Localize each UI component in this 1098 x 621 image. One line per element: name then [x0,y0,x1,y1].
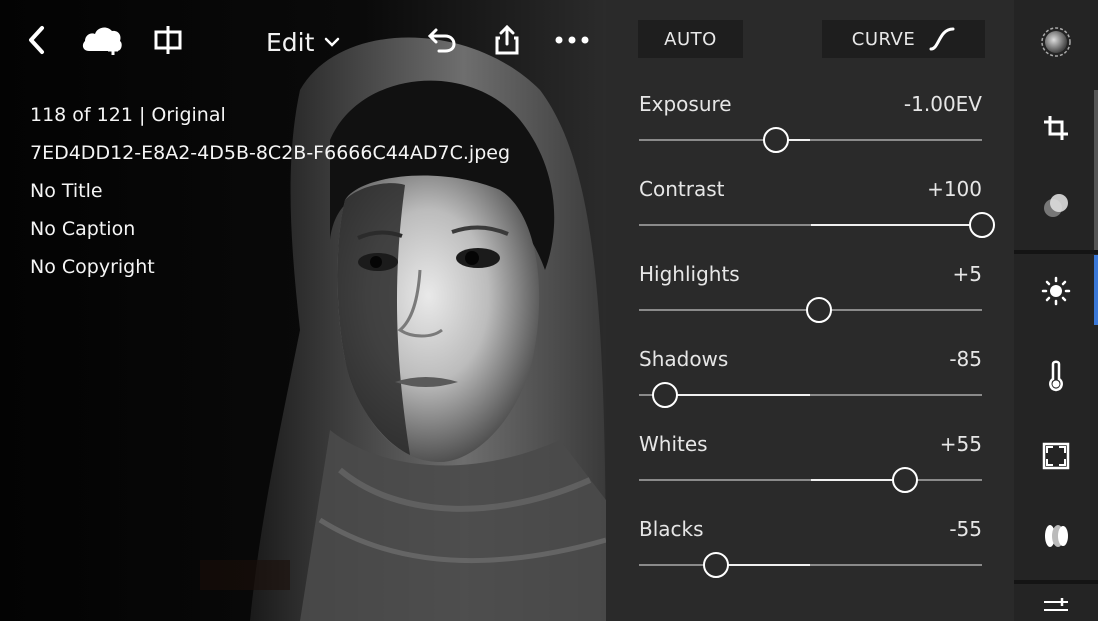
active-tool-indicator [1094,255,1098,325]
auto-button[interactable]: AUTO [638,20,743,58]
slider-label: Exposure [639,92,732,116]
photo-filename: 7ED4DD12-E8A2-4D5B-8C2B-F6666C44AD7C.jpe… [30,142,511,164]
curve-label: CURVE [851,28,916,50]
photo-count: 118 of 121 | Original [30,104,226,126]
photo-caption: No Caption [30,218,136,240]
photo-viewer[interactable]: Edit 118 of 121 | Original 7ED4DD12-E8A2… [0,0,606,621]
slider-track[interactable] [639,564,982,566]
slider-value: +5 [952,262,982,286]
photo-image [0,0,606,621]
photo-title: No Title [30,180,103,202]
photo-copyright: No Copyright [30,256,155,278]
curve-button[interactable]: CURVE [822,20,985,58]
light-panel: AUTO CURVE Exposure -1.00EV Contrast +100 Hi… [606,0,1014,621]
slider-blacks[interactable]: Blacks -55 [639,517,982,595]
more-button[interactable] [552,18,592,62]
effects-vignette-icon [1042,442,1070,470]
undo-button[interactable] [425,18,459,62]
slider-thumb[interactable] [891,467,918,493]
slider-exposure[interactable]: Exposure -1.00EV [639,92,982,170]
slider-thumb[interactable] [806,297,833,323]
slider-label: Whites [639,432,708,456]
profile-icon [1044,194,1068,217]
back-button[interactable] [22,18,52,62]
cloud-add-icon [82,27,122,55]
undo-icon [427,28,456,53]
curve-icon [929,27,955,51]
compare-button[interactable] [150,18,186,62]
photo-info-overlay: 118 of 121 | Original 7ED4DD12-E8A2-4D5B… [30,104,550,294]
effects-tool-button[interactable] [1040,440,1072,472]
profile-tool-button[interactable] [1040,190,1072,222]
split-compare-icon [154,26,182,54]
slider-thumb[interactable] [651,382,678,408]
cloud-add-button[interactable] [80,18,128,62]
slider-label: Blacks [639,517,704,541]
slider-fill [716,564,811,566]
share-button[interactable] [490,18,524,62]
presets-circle-icon [1041,27,1071,57]
top-toolbar: Edit [0,0,606,80]
slider-shadows[interactable]: Shadows -85 [639,347,982,425]
slider-label: Contrast [639,177,725,201]
slider-value: +100 [927,177,982,201]
slider-fill [810,224,982,226]
slider-thumb[interactable] [969,212,995,238]
optics-icon [1045,525,1068,547]
rail-divider [1014,580,1098,584]
chevron-down-icon [325,37,340,47]
color-tool-button[interactable] [1040,360,1072,392]
tool-rail [1014,0,1098,621]
color-temperature-icon [1049,360,1063,392]
slider-value: -1.00EV [903,92,982,116]
slider-track[interactable] [639,139,982,141]
app-window: Edit 118 of 121 | Original 7ED4DD12-E8A2… [0,0,1098,621]
adjust-sliders-icon [1044,598,1068,611]
slider-highlights[interactable]: Highlights +5 [639,262,982,340]
more-dots-icon [555,36,589,44]
slider-value: -55 [949,517,982,541]
light-tool-button[interactable] [1040,275,1072,307]
presets-tool-button[interactable] [1040,26,1072,58]
crop-icon [1044,116,1068,140]
edit-label: Edit [266,27,315,57]
slider-fill [664,394,811,396]
slider-label: Shadows [639,347,729,371]
optics-tool-button[interactable] [1040,520,1072,552]
slider-thumb[interactable] [763,127,790,153]
rail-divider [1014,250,1098,254]
adjust-tool-button[interactable] [1040,594,1072,618]
light-icon [1041,276,1071,306]
slider-fill [810,479,905,481]
slider-value: -85 [949,347,982,371]
share-icon [495,24,519,55]
rail-scrollbar[interactable] [1094,90,1098,250]
crop-tool-button[interactable] [1040,112,1072,144]
slider-contrast[interactable]: Contrast +100 [639,177,995,255]
chevron-left-icon [29,26,44,54]
slider-whites[interactable]: Whites +55 [639,432,982,510]
slider-thumb[interactable] [703,552,730,578]
slider-label: Highlights [639,262,740,286]
slider-value: +55 [939,432,982,456]
edit-menu[interactable]: Edit [266,22,340,62]
auto-label: AUTO [664,28,717,50]
